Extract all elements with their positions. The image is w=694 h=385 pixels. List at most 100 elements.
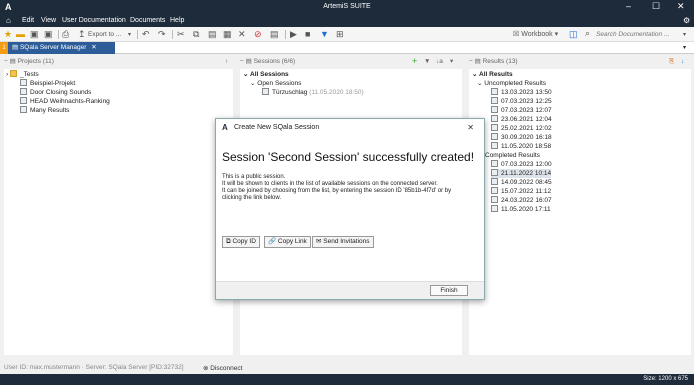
menu-help[interactable]: Help (170, 17, 184, 24)
sort-icon[interactable]: ↓a (436, 56, 443, 68)
project-icon (20, 88, 27, 95)
list-item[interactable]: 11.05.2020 18:58 (491, 142, 551, 151)
delete-icon[interactable]: ✕ (238, 29, 246, 40)
print-icon[interactable]: ⎙ (62, 29, 69, 40)
list-item-selected[interactable]: 21.11.2022 10:14 (491, 169, 552, 178)
tab-close-icon[interactable]: ✕ (91, 44, 96, 51)
search-documentation-input[interactable] (596, 29, 681, 40)
menu-documents[interactable]: Documents (130, 17, 165, 24)
list-item[interactable]: Door Closing Sounds (20, 88, 91, 97)
message-line: It will be shown to clients in the list … (222, 181, 438, 187)
tab-sqala-server-manager[interactable]: 1 ▤ SQala Server Manager ✕ (0, 42, 115, 54)
projects-panel: › _Tests Beispiel-Projekt Door Closing S… (4, 69, 233, 355)
list-item[interactable]: 07.03.2023 12:25 (491, 97, 552, 106)
maximize-button[interactable]: ☐ (652, 1, 660, 12)
filter-icon[interactable]: ▼ (424, 56, 430, 68)
tree-node-all-sessions[interactable]: ⌄ All Sessions (243, 70, 289, 79)
tree-node-all-results[interactable]: ⌄ All Results (472, 70, 513, 79)
dialog-footer: Finish (216, 281, 484, 299)
folder-icon (9, 70, 17, 77)
list-item[interactable]: Beispiel-Projekt (20, 79, 75, 88)
redo-icon[interactable]: ↷ (158, 29, 166, 40)
list-item[interactable]: 07.03.2023 12:00 (491, 160, 552, 169)
workbook-view-icon[interactable]: ◫ (569, 29, 578, 40)
list-item-label: 11.05.2020 17:11 (501, 206, 551, 213)
list-item-label: 07.03.2023 12:25 (501, 98, 552, 105)
list-item-label: 25.02.2021 12:02 (501, 125, 552, 132)
save-as-icon[interactable]: ▣ (44, 29, 53, 40)
list-item[interactable]: 23.06.2021 12:04 (491, 115, 552, 124)
tree-node-uncompleted-results[interactable]: ⌄ Uncompleted Results (477, 79, 546, 88)
undo-icon[interactable]: ↶ (142, 29, 150, 40)
sort-dropdown-chevron-icon[interactable]: ▾ (450, 56, 453, 68)
home-icon[interactable]: ⌂ (6, 16, 11, 25)
menu-view[interactable]: View (41, 17, 56, 24)
download-icon[interactable]: ↓ (681, 56, 684, 68)
paste-special-icon[interactable]: ▦ (223, 29, 232, 40)
toolbar-separator (285, 30, 286, 39)
copy-icon[interactable]: ⧉ (193, 29, 199, 40)
send-invitations-button[interactable]: ✉ Send Invitations (312, 236, 374, 248)
workbook-menu[interactable]: ☒ Workbook ▾ (513, 30, 558, 38)
list-item-label: 07.03.2023 12:07 (501, 107, 552, 114)
list-item[interactable]: 15.07.2022 11:12 (491, 187, 551, 196)
open-folder-icon[interactable]: ▬ (16, 29, 25, 39)
disconnect-button[interactable]: ⊗ Disconnect (203, 364, 242, 372)
results-panel: ⌄ All Results ⌄ Uncompleted Results 13.0… (469, 69, 691, 355)
stop-icon[interactable]: ■ (305, 29, 310, 39)
list-item[interactable]: 25.02.2021 12:02 (491, 124, 552, 133)
result-icon (491, 88, 498, 95)
cut-icon[interactable]: ✂ (177, 29, 185, 40)
list-item-label: 21.11.2022 10:14 (501, 170, 552, 177)
list-item-label: HEAD Weihnachts-Ranking (30, 98, 110, 105)
projects-icon: ▤ (9, 58, 18, 65)
list-item[interactable]: 30.09.2020 16:18 (491, 133, 552, 142)
menu-user-documentation[interactable]: User Documentation (62, 17, 126, 24)
finish-button[interactable]: Finish (430, 285, 468, 296)
list-item[interactable]: › _Tests (6, 70, 39, 79)
list-item[interactable]: 24.03.2022 16:07 (491, 196, 552, 205)
export-icon[interactable]: ↥ (78, 29, 86, 40)
add-session-icon[interactable]: + (412, 55, 417, 67)
list-item-label: 13.03.2023 13:50 (501, 89, 552, 96)
list-item[interactable]: 07.03.2023 12:07 (491, 106, 552, 115)
list-item[interactable]: 13.03.2023 13:50 (491, 88, 552, 97)
bottom-info-bar: Size: 1200 x 675 (0, 374, 694, 385)
layout-icon[interactable]: ⊞ (336, 29, 344, 40)
minimize-button[interactable]: – (626, 1, 631, 11)
list-item[interactable]: 14.09.2022 08:45 (491, 178, 552, 187)
result-icon (491, 160, 498, 167)
projects-title: Projects (11) (17, 58, 54, 65)
list-item[interactable]: HEAD Weihnachts-Ranking (20, 97, 110, 106)
dialog-close-icon[interactable]: ✕ (467, 123, 474, 132)
tree-node-label: Uncompleted Results (484, 80, 547, 87)
tree-node-completed-results[interactable]: Completed Results (485, 151, 540, 160)
dialog-heading: Session 'Second Session' successfully cr… (222, 150, 475, 164)
list-item-label: 11.05.2020 18:58 (501, 143, 552, 150)
tree-node-open-sessions[interactable]: ⌄ Open Sessions (250, 79, 301, 88)
search-dropdown-chevron-icon[interactable]: ▾ (683, 31, 686, 38)
copy-link-button[interactable]: 🔗 Copy Link (264, 236, 311, 248)
list-item-label: 24.03.2022 16:07 (501, 197, 552, 204)
list-item[interactable]: Many Results (20, 106, 69, 115)
settings-gear-icon[interactable]: ⚙ (683, 16, 690, 25)
copy-id-button[interactable]: ⧉ Copy ID (222, 236, 260, 248)
toolbar-separator (58, 30, 59, 39)
menu-edit[interactable]: Edit (22, 17, 34, 24)
calculator-icon[interactable]: ▤ (270, 29, 279, 40)
close-button[interactable]: ✕ (677, 1, 685, 12)
filter-icon[interactable]: ▼ (320, 29, 329, 39)
tab-list-chevron-icon[interactable]: ▾ (683, 44, 686, 51)
export-to-menu[interactable]: Export to ... (88, 31, 121, 38)
button-label: Send Invitations (323, 238, 370, 245)
export-results-icon[interactable]: ⎘ (669, 56, 674, 68)
stop-record-icon[interactable]: ⊘ (254, 29, 262, 40)
favorites-star-icon[interactable]: ★ (4, 29, 12, 40)
play-icon[interactable]: ▶ (290, 29, 297, 40)
export-dropdown-chevron-icon[interactable]: ▾ (128, 31, 131, 38)
list-item[interactable]: Türzuschlag (11.05.2020 18:50) (262, 88, 364, 97)
list-item[interactable]: 11.05.2020 17:11 (491, 205, 551, 214)
paste-icon[interactable]: ▤ (208, 29, 217, 40)
save-icon[interactable]: ▣ (30, 29, 39, 40)
upload-icon[interactable]: ↑ (225, 56, 228, 68)
